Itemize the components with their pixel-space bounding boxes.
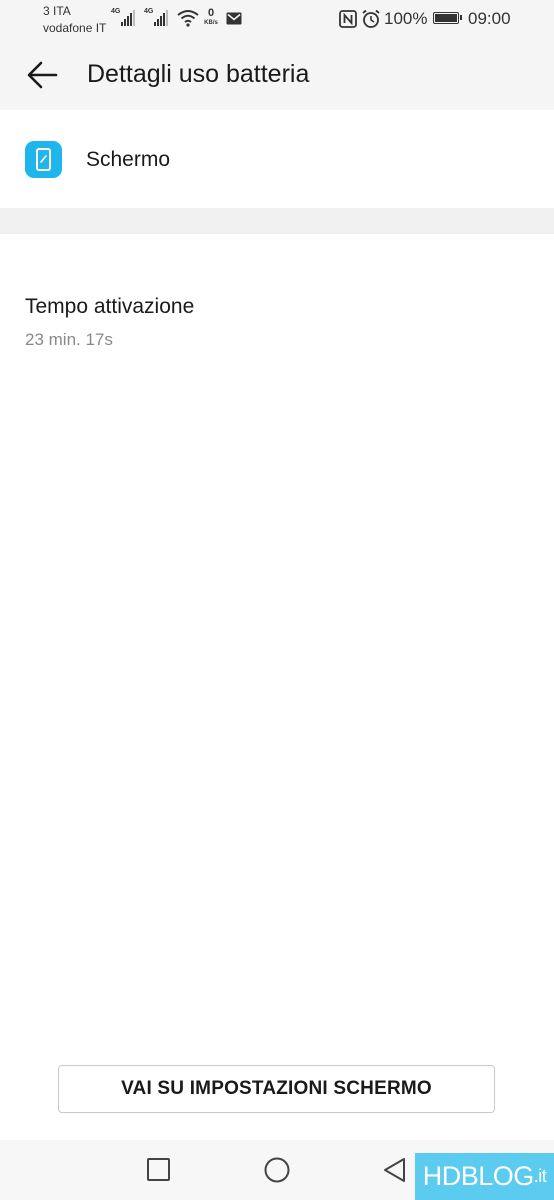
back-button[interactable] — [18, 55, 66, 95]
screen-icon — [25, 141, 62, 178]
square-icon — [147, 1158, 170, 1181]
battery-icon — [433, 12, 462, 24]
alarm-icon — [362, 9, 380, 28]
recent-apps-button[interactable] — [144, 1155, 174, 1185]
circle-icon — [264, 1157, 290, 1183]
network-type-label: 4G — [111, 8, 121, 15]
nfc-icon — [339, 10, 357, 28]
mail-icon — [226, 12, 242, 25]
status-bar: 3 ITA vodafone IT 4G 4G 0 KB/s 100% 09:0… — [0, 0, 554, 40]
data-speed-unit: KB/s — [204, 20, 218, 26]
battery-percent: 100% — [384, 9, 428, 28]
battery-level-fill — [435, 14, 457, 22]
wifi-icon — [177, 10, 199, 27]
watermark-blog: BLOG — [460, 1161, 535, 1191]
triangle-back-icon — [384, 1158, 405, 1182]
page-title: Dettagli uso batteria — [87, 60, 310, 88]
network-type-label: 4G — [144, 8, 154, 15]
usage-time-value: 23 min. 17s — [25, 330, 113, 349]
screen-settings-button[interactable]: VAI SU IMPOSTAZIONI SCHERMO — [58, 1065, 495, 1113]
home-button[interactable] — [262, 1155, 292, 1185]
section-divider — [0, 208, 554, 234]
signal-icon: 4G — [111, 8, 137, 28]
app-summary-row: Schermo — [0, 110, 554, 208]
data-speed-value: 0 — [207, 7, 215, 19]
usage-time-label: Tempo attivazione — [25, 295, 195, 318]
watermark-hd: HD — [422, 1161, 462, 1191]
carrier-label-secondary: vodafone IT — [43, 21, 107, 35]
watermark-tld: .it — [533, 1166, 547, 1186]
status-time: 09:00 — [468, 9, 511, 28]
nav-back-button[interactable] — [380, 1155, 410, 1185]
carrier-label-primary: 3 ITA — [43, 4, 71, 18]
arrow-left-icon — [27, 61, 58, 89]
app-header: Dettagli uso batteria — [0, 40, 554, 110]
hdblog-watermark: HD BLOG .it — [415, 1153, 554, 1200]
signal-icon: 4G — [144, 8, 170, 28]
app-name: Schermo — [86, 148, 171, 171]
data-speed-indicator: 0 KB/s — [201, 8, 221, 27]
